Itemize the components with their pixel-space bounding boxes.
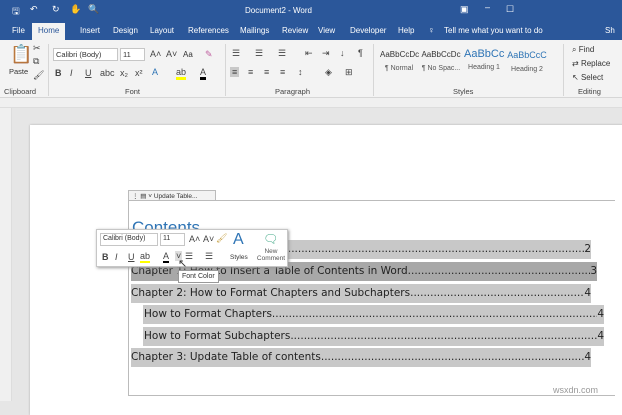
bold-icon[interactable]: B bbox=[55, 68, 62, 78]
font-size-select[interactable]: 11 bbox=[120, 48, 145, 61]
paragraph-group-label: Paragraph bbox=[275, 87, 311, 96]
maximize-icon[interactable]: ☐ bbox=[506, 4, 514, 15]
toc-entry[interactable]: How to Format Subchapters4 bbox=[143, 327, 604, 346]
line-spacing-icon[interactable]: ↕ bbox=[298, 67, 303, 77]
tab-layout[interactable]: Layout bbox=[150, 26, 174, 35]
bullets-icon[interactable]: ☰ bbox=[232, 48, 240, 59]
style-heading-2[interactable]: AaBbCcC Heading 2 bbox=[507, 50, 547, 73]
format-painter-icon[interactable]: 🖌 bbox=[216, 233, 227, 244]
italic-icon[interactable]: I bbox=[70, 68, 73, 78]
shrink-font-icon[interactable]: A˅ bbox=[166, 49, 177, 59]
paste-icon[interactable]: 📋 bbox=[10, 44, 32, 65]
new-comment-button[interactable]: New Comment bbox=[254, 248, 288, 262]
toc-entry[interactable]: Chapter 3: Update Table of contents. 4 bbox=[131, 348, 591, 367]
lightbulb-icon: ♀ bbox=[428, 25, 435, 35]
touch-mode-icon[interactable]: ✋ bbox=[70, 4, 81, 15]
multilevel-list-icon[interactable]: ☰ bbox=[278, 48, 286, 59]
numbering-icon[interactable]: ☰ bbox=[255, 48, 263, 59]
tab-help[interactable]: Help bbox=[398, 26, 414, 35]
font-color-icon[interactable]: A bbox=[163, 251, 170, 263]
ribbon-tabs: File Home Insert Design Layout Reference… bbox=[0, 20, 622, 40]
editing-group-label: Editing bbox=[578, 87, 601, 96]
mini-size-select[interactable]: 11 bbox=[160, 233, 185, 246]
copy-icon[interactable]: ⧉ bbox=[33, 56, 39, 67]
new-comment-icon[interactable]: 🗨 bbox=[263, 232, 278, 246]
decrease-indent-icon[interactable]: ⇤ bbox=[305, 48, 313, 59]
toc-entry[interactable]: Chapter 2: How to Format Chapters and Su… bbox=[131, 284, 591, 303]
watermark: wsxdn.com bbox=[553, 385, 599, 395]
clipboard-group-label: Clipboard bbox=[4, 87, 37, 96]
highlight-icon[interactable]: ab bbox=[176, 67, 187, 80]
tab-design[interactable]: Design bbox=[113, 26, 138, 35]
tooltip: Font Color bbox=[178, 270, 219, 283]
mini-font-select[interactable]: Calibri (Body) bbox=[100, 233, 158, 246]
clear-formatting-icon[interactable]: ✎ bbox=[205, 49, 213, 60]
select-button[interactable]: ↖ Select bbox=[572, 73, 603, 82]
title-bar: 🖫 ↶ ↻ ✋ 🔍 Document2 - Word ▣ – ☐ bbox=[0, 0, 622, 20]
styles-group-label: Styles bbox=[453, 87, 474, 96]
ribbon: 📋 Paste ✂ ⧉ 🖌 Clipboard Calibri (Body) 1… bbox=[0, 40, 622, 98]
shading-icon[interactable]: ◈ bbox=[325, 67, 332, 78]
print-preview-icon[interactable]: 🔍 bbox=[88, 4, 99, 15]
tab-file[interactable]: File bbox=[12, 26, 25, 35]
redo-icon[interactable]: ↻ bbox=[52, 4, 60, 15]
font-name-select[interactable]: Calibri (Body) bbox=[53, 48, 118, 61]
center-icon[interactable]: ≡ bbox=[248, 67, 253, 77]
tab-developer[interactable]: Developer bbox=[350, 26, 386, 35]
align-left-icon[interactable]: ≡ bbox=[230, 67, 240, 77]
justify-icon[interactable]: ≡ bbox=[280, 67, 285, 77]
style-no-spacing[interactable]: AaBbCcDc ¶ No Spac... bbox=[421, 50, 461, 72]
tab-references[interactable]: References bbox=[188, 26, 229, 35]
tab-insert[interactable]: Insert bbox=[80, 26, 100, 35]
tab-mailings[interactable]: Mailings bbox=[240, 26, 269, 35]
horizontal-ruler[interactable] bbox=[0, 98, 622, 108]
styles-icon[interactable]: A bbox=[233, 231, 244, 249]
find-button[interactable]: ⌕ Find bbox=[572, 45, 594, 55]
format-painter-icon[interactable]: 🖌 bbox=[33, 70, 44, 81]
mini-toolbar: Calibri (Body) 11 A˄ A˅ 🖌 B I U ab A ˅ ☰… bbox=[96, 229, 288, 267]
font-color-icon[interactable]: A bbox=[200, 67, 207, 80]
sort-icon[interactable]: ↓ bbox=[340, 48, 345, 58]
window-title: Document2 - Word bbox=[245, 6, 312, 15]
underline-icon[interactable]: U bbox=[128, 252, 135, 262]
undo-icon[interactable]: ↶ bbox=[30, 4, 38, 15]
replace-button[interactable]: ⇄ Replace bbox=[572, 59, 610, 68]
strikethrough-icon[interactable]: abc bbox=[100, 68, 115, 78]
highlight-icon[interactable]: ab bbox=[140, 251, 151, 263]
toc-entry[interactable]: How to Format Chapters 4 bbox=[143, 305, 604, 324]
align-right-icon[interactable]: ≡ bbox=[264, 67, 269, 77]
minimize-icon[interactable]: – bbox=[485, 2, 490, 12]
update-table-button[interactable]: Update Table... bbox=[154, 193, 198, 200]
style-normal[interactable]: AaBbCcDc ¶ Normal bbox=[380, 50, 419, 72]
ribbon-display-icon[interactable]: ▣ bbox=[460, 4, 469, 15]
styles-button[interactable]: Styles bbox=[230, 254, 248, 261]
mouse-cursor-icon: ↖ bbox=[178, 258, 188, 270]
paste-button[interactable]: Paste bbox=[9, 67, 28, 76]
subscript-icon[interactable]: x₂ bbox=[120, 68, 128, 78]
tab-home[interactable]: Home bbox=[32, 23, 66, 40]
grow-font-icon[interactable]: A˄ bbox=[150, 49, 161, 59]
numbering-icon[interactable]: ☰ bbox=[205, 251, 213, 262]
tab-view[interactable]: View bbox=[318, 26, 335, 35]
change-case-button[interactable]: Aa bbox=[183, 50, 193, 59]
share-button[interactable]: Sh bbox=[605, 26, 615, 35]
superscript-icon[interactable]: x² bbox=[135, 68, 143, 78]
show-marks-icon[interactable]: ¶ bbox=[358, 48, 363, 58]
cut-icon[interactable]: ✂ bbox=[33, 43, 41, 54]
text-effects-icon[interactable]: A bbox=[152, 67, 158, 77]
bold-icon[interactable]: B bbox=[102, 252, 109, 262]
italic-icon[interactable]: I bbox=[115, 252, 118, 262]
font-group-label: Font bbox=[125, 87, 141, 96]
increase-indent-icon[interactable]: ⇥ bbox=[322, 48, 330, 59]
shrink-font-icon[interactable]: A˅ bbox=[203, 234, 214, 244]
vertical-ruler[interactable] bbox=[0, 108, 12, 401]
grow-font-icon[interactable]: A˄ bbox=[189, 234, 200, 244]
save-icon[interactable]: 🖫 bbox=[12, 4, 20, 20]
tell-me-input[interactable]: Tell me what you want to do bbox=[444, 26, 543, 35]
style-heading-1[interactable]: AaBbCc Heading 1 bbox=[464, 48, 504, 71]
tab-review[interactable]: Review bbox=[282, 26, 308, 35]
borders-icon[interactable]: ⊞ bbox=[345, 67, 353, 78]
underline-icon[interactable]: U bbox=[85, 68, 92, 78]
